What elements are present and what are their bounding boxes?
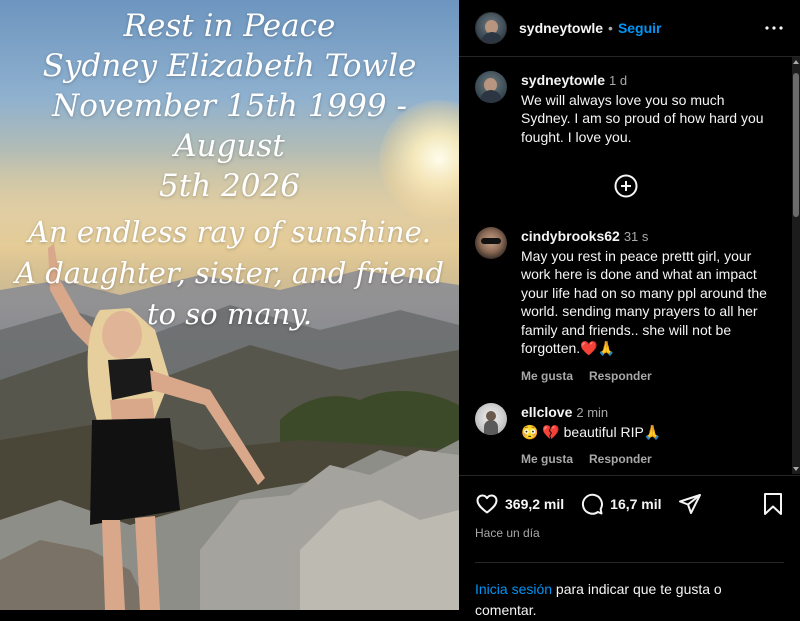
comment-text: May you rest in peace prettt girl, your … <box>521 247 767 357</box>
author-avatar[interactable] <box>475 71 507 103</box>
like-comment-button[interactable]: Me gusta <box>521 367 573 386</box>
overlay-tagline-line: to so many. <box>146 297 313 331</box>
post-header: sydneytowle • Seguir <box>459 0 800 57</box>
overlay-title-line: 5th 2026 <box>159 168 300 204</box>
more-horizontal-icon[interactable] <box>764 18 784 38</box>
comment-time: 2 min <box>576 405 609 420</box>
comments-count[interactable]: 16,7 mil <box>610 496 661 512</box>
comment-item: cindybrooks62 31 s May you rest in peace … <box>459 227 792 385</box>
reply-button[interactable]: Responder <box>589 367 652 386</box>
overlay-title-line: Rest in Peace <box>123 8 336 44</box>
overlay-tagline-line: An endless ray of sunshine. <box>28 215 431 249</box>
overlay-tagline-line: A daughter, sister, and friend <box>15 256 444 290</box>
scrollbar-thumb[interactable] <box>793 73 799 217</box>
comment-item: ellclove 2 min 😳 💔 beautiful RIP🙏 Me gust… <box>459 403 792 469</box>
like-comment-button[interactable]: Me gusta <box>521 450 573 469</box>
comment-time: 31 s <box>623 229 649 244</box>
follow-button[interactable]: Seguir <box>618 20 662 36</box>
comment-text: We will always love you so much Sydney. … <box>521 91 764 145</box>
separator-dot: • <box>608 20 613 36</box>
comment-username[interactable]: sydneytowle <box>521 72 605 88</box>
comments-scrollbar[interactable] <box>792 57 800 474</box>
author-avatar[interactable] <box>475 12 507 44</box>
bookmark-icon[interactable] <box>762 492 784 516</box>
likes-count[interactable]: 369,2 mil <box>505 496 564 512</box>
caption-comment: sydneytowle 1 d We will always love you s… <box>459 71 792 146</box>
comment-username[interactable]: cindybrooks62 <box>521 228 620 244</box>
scroll-down-icon[interactable] <box>793 466 799 472</box>
post-image[interactable]: Rest in Peace Sydney Elizabeth Towle Nov… <box>0 0 459 610</box>
commenter-avatar[interactable] <box>475 403 507 435</box>
load-more-comments-button[interactable] <box>459 174 792 198</box>
commenter-avatar[interactable] <box>475 227 507 259</box>
login-prompt: Inicia sesión para indicar que te gusta … <box>475 562 784 621</box>
overlay-title-line: Sydney Elizabeth Towle <box>42 48 417 84</box>
post-viewer: Rest in Peace Sydney Elizabeth Towle Nov… <box>0 0 800 618</box>
comment-time: 1 d <box>609 73 628 88</box>
login-link[interactable]: Inicia sesión <box>475 581 552 597</box>
author-username[interactable]: sydneytowle <box>519 20 603 36</box>
share-icon[interactable] <box>678 492 702 516</box>
heart-icon[interactable] <box>475 492 499 516</box>
comment-icon[interactable] <box>580 492 604 516</box>
comment-username[interactable]: ellclove <box>521 404 572 420</box>
comment-text: 😳 💔 beautiful RIP🙏 <box>521 423 662 440</box>
overlay-tagline: An endless ray of sunshine. A daughter, … <box>0 212 459 335</box>
post-sidebar: sydneytowle • Seguir sydneytowle 1 d We w… <box>459 0 800 618</box>
scroll-up-icon[interactable] <box>793 59 799 65</box>
reply-button[interactable]: Responder <box>589 450 652 469</box>
overlay-title-line: November 15th 1999 - August <box>52 88 407 164</box>
comments-list[interactable]: sydneytowle 1 d We will always love you s… <box>459 57 792 474</box>
overlay-title: Rest in Peace Sydney Elizabeth Towle Nov… <box>0 6 459 206</box>
plus-circle-icon[interactable] <box>614 174 638 198</box>
post-timestamp: Hace un día <box>475 526 540 540</box>
post-actions: 369,2 mil 16,7 mil Hace un día Inicia se… <box>459 475 800 618</box>
